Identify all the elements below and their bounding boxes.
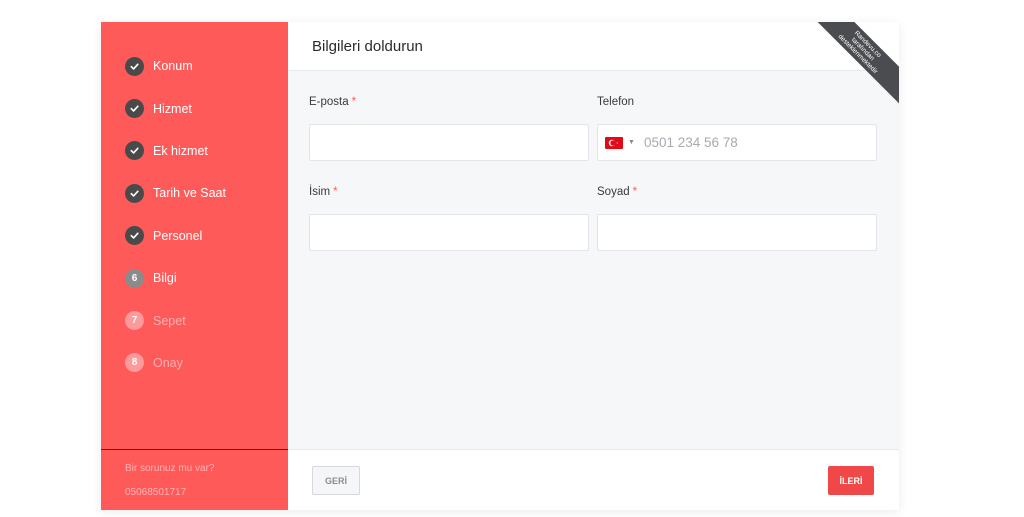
- back-button[interactable]: GERİ: [312, 466, 360, 495]
- chevron-down-icon[interactable]: ▼: [628, 139, 635, 146]
- first-name-label: İsim *: [309, 186, 589, 202]
- phone-input-wrapper: ▼: [597, 124, 877, 161]
- step-personel[interactable]: Personel: [101, 215, 288, 257]
- booking-widget: Konum Hizmet Ek hizmet Tarih ve Saat Per…: [101, 22, 899, 510]
- last-name-field-group: Soyad *: [597, 186, 877, 251]
- step-ek-hizmet[interactable]: Ek hizmet: [101, 130, 288, 172]
- email-label-text: E-posta: [309, 96, 349, 108]
- step-number: 7: [125, 311, 144, 331]
- turkey-flag-icon[interactable]: [605, 136, 623, 149]
- step-onay[interactable]: 8 Onay: [101, 342, 288, 384]
- main-header: Bilgileri doldurun: [288, 22, 899, 71]
- step-number: 8: [125, 353, 144, 373]
- next-button[interactable]: İLERİ: [828, 466, 874, 495]
- first-name-label-text: İsim: [309, 186, 331, 198]
- help-text: Bir sorunuz mu var?: [125, 463, 215, 474]
- email-field-group: E-posta *: [309, 96, 589, 161]
- required-mark: *: [333, 186, 338, 198]
- required-mark: *: [632, 186, 638, 198]
- email-input-wrapper: [309, 124, 589, 161]
- step-label: Onay: [153, 355, 183, 370]
- email-label: E-posta *: [309, 96, 589, 112]
- step-hizmet[interactable]: Hizmet: [101, 87, 288, 129]
- phone-label: Telefon: [597, 96, 635, 108]
- first-name-field-group: İsim *: [309, 186, 589, 251]
- check-icon: [125, 56, 144, 76]
- email-input[interactable]: [310, 125, 588, 160]
- step-bilgi[interactable]: 6 Bilgi: [101, 257, 288, 299]
- step-label: Ek hizmet: [153, 143, 208, 158]
- last-name-input[interactable]: [598, 215, 876, 250]
- form-row: İsim * Soyad *: [309, 186, 877, 251]
- help-phone[interactable]: 05068501717: [125, 487, 288, 498]
- step-konum[interactable]: Konum: [101, 45, 288, 87]
- page-title: Bilgileri doldurun: [312, 37, 423, 55]
- check-icon: [125, 183, 144, 203]
- step-sepet[interactable]: 7 Sepet: [101, 299, 288, 341]
- last-name-input-wrapper: [597, 214, 877, 251]
- check-icon: [125, 226, 144, 246]
- step-label: Sepet: [153, 313, 186, 328]
- sidebar-footer: Bir sorunuz mu var? 05068501717: [101, 449, 288, 510]
- last-name-label-text: Soyad: [597, 186, 630, 198]
- main-panel: Bilgileri doldurun Randevu.co tarafından…: [288, 22, 899, 510]
- step-label: Konum: [153, 59, 193, 74]
- step-label: Personel: [153, 228, 203, 243]
- phone-field-group: Telefon ▼: [597, 96, 877, 161]
- check-icon: [125, 99, 144, 119]
- last-name-label: Soyad *: [597, 186, 877, 202]
- step-list: Konum Hizmet Ek hizmet Tarih ve Saat Per…: [101, 22, 288, 384]
- form-row: E-posta * Telefon ▼ 0501 234 56 78: [309, 96, 877, 161]
- phone-input[interactable]: [634, 125, 876, 160]
- first-name-input[interactable]: [310, 215, 588, 250]
- step-sidebar: Konum Hizmet Ek hizmet Tarih ve Saat Per…: [101, 22, 288, 510]
- check-icon: [125, 141, 144, 161]
- step-label: Tarih ve Saat: [153, 186, 226, 201]
- first-name-input-wrapper: [309, 214, 589, 251]
- main-footer: GERİ İLERİ: [288, 449, 899, 510]
- contact-form: E-posta * Telefon ▼ 0501 234 56 78 İsim …: [309, 96, 877, 276]
- step-label: Bilgi: [153, 271, 177, 286]
- step-tarih-ve-saat[interactable]: Tarih ve Saat: [101, 172, 288, 214]
- step-label: Hizmet: [153, 101, 192, 116]
- required-mark: *: [351, 96, 357, 108]
- step-number: 6: [125, 268, 144, 288]
